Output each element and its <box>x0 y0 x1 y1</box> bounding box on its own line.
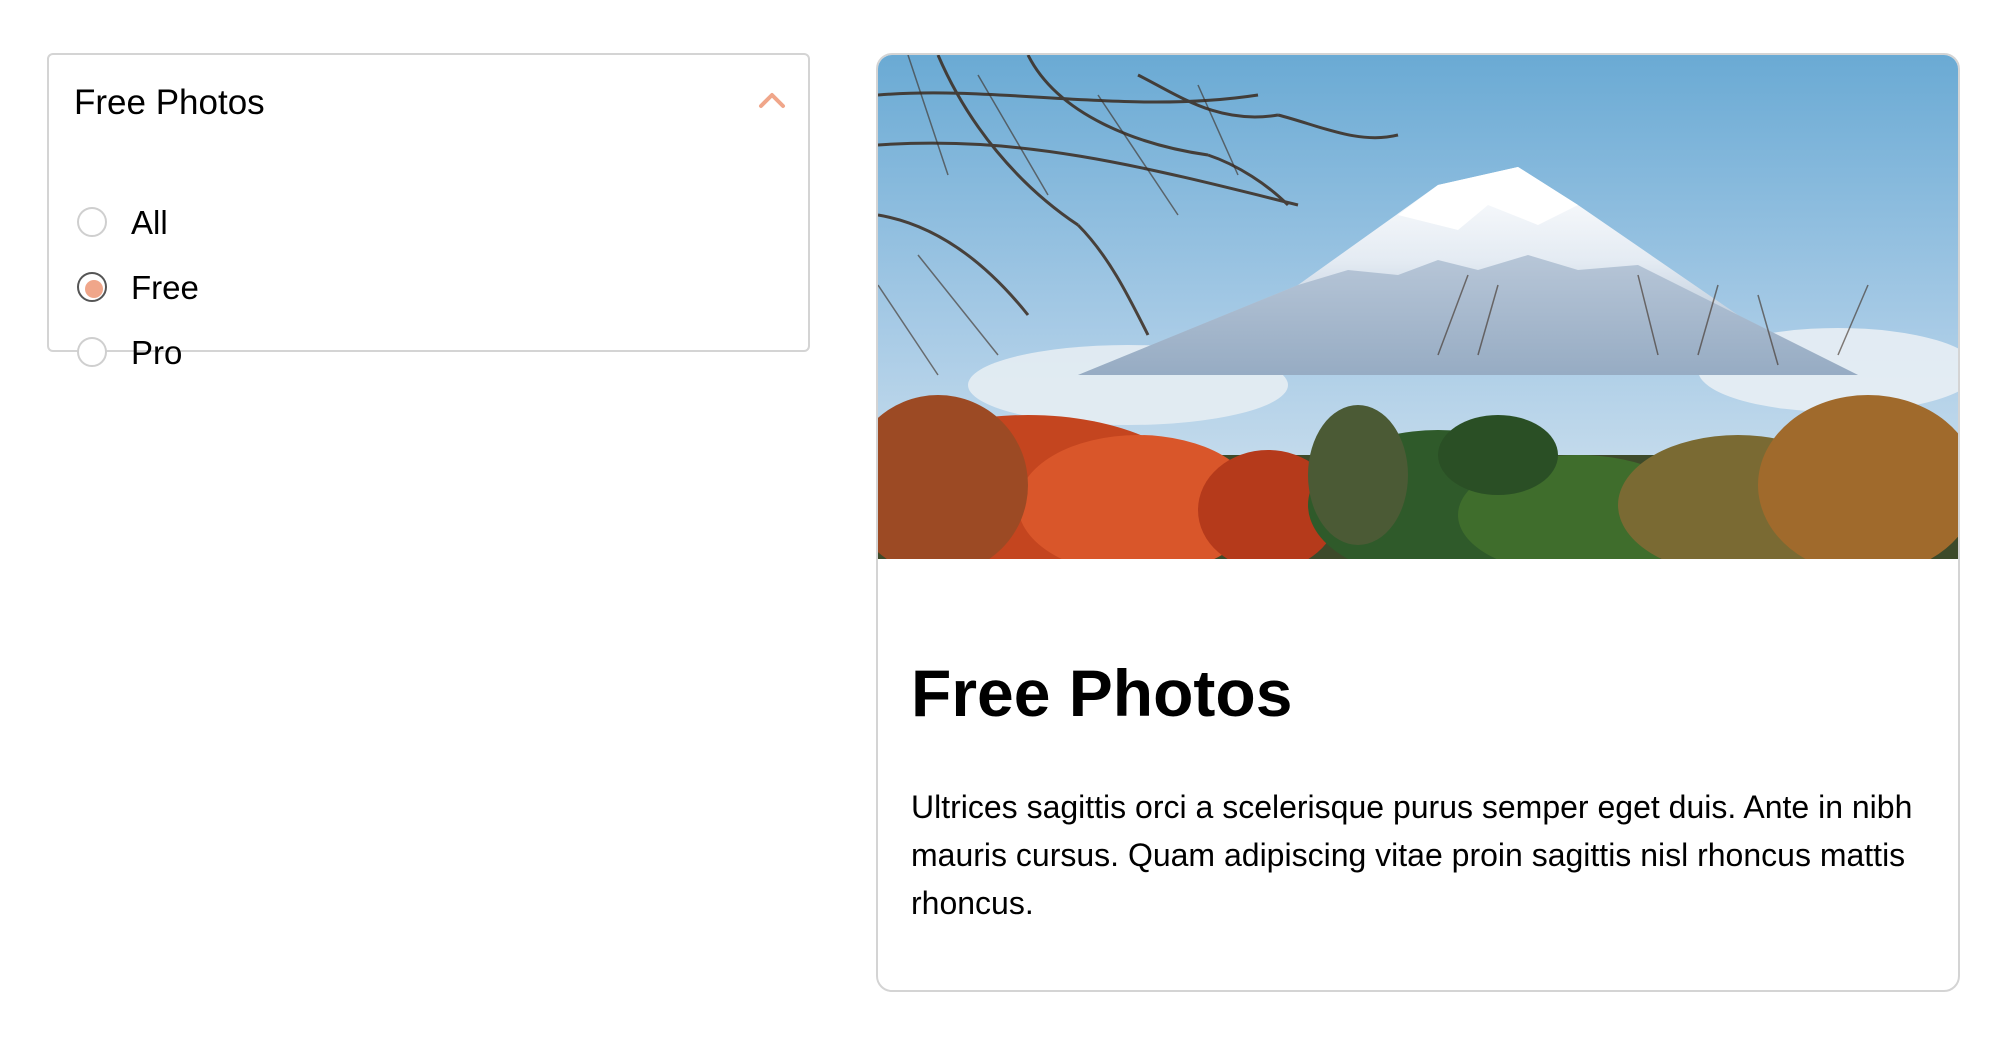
card-title: Free Photos <box>911 656 1293 730</box>
radio-option-pro[interactable]: Pro <box>77 330 497 378</box>
radio-label-free: Free <box>131 269 199 306</box>
radio-button-free[interactable] <box>77 272 107 302</box>
filter-title: Free Photos <box>74 83 265 122</box>
filter-header-toggle[interactable]: Free Photos <box>49 55 808 151</box>
radio-option-all[interactable]: All <box>77 200 497 248</box>
card-description: Ultrices sagittis orci a scelerisque pur… <box>911 789 1913 921</box>
card-image <box>878 55 1958 559</box>
chevron-up-icon[interactable] <box>758 89 786 111</box>
radio-label-pro: Pro <box>131 334 183 371</box>
radio-option-free[interactable]: Free <box>77 265 497 313</box>
photo-filter-panel: Free Photos All Free Pro <box>47 53 810 371</box>
photo-card: Free Photos Ultrices sagittis orci a sce… <box>876 53 1960 992</box>
radio-button-all[interactable] <box>77 207 107 237</box>
radio-button-pro[interactable] <box>77 337 107 367</box>
radio-selected-dot <box>85 280 103 298</box>
radio-label-all: All <box>131 204 168 241</box>
